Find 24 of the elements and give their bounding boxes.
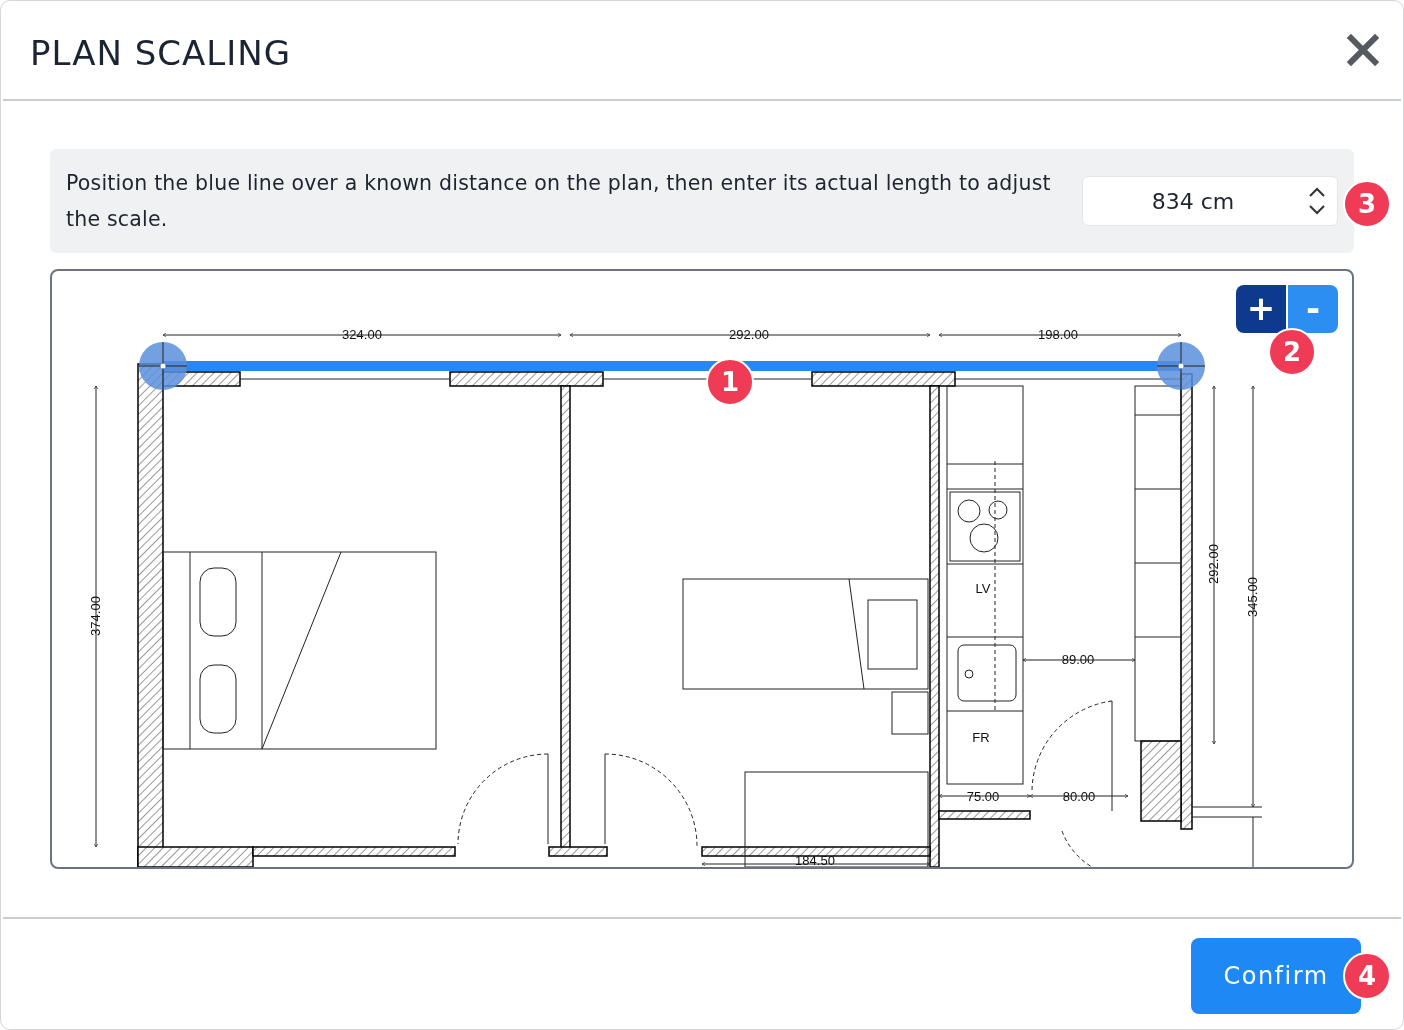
room-label: LV [975, 581, 991, 596]
dialog-title: PLAN SCALING [30, 33, 292, 73]
room-label: FR [972, 730, 990, 745]
callout-number: 2 [1268, 328, 1316, 376]
dimension-label: 75.00 [966, 789, 1000, 804]
dimension-label: 292.00 [1206, 544, 1221, 584]
dimension-label: 80.00 [1062, 789, 1096, 804]
callout-number: 1 [706, 358, 754, 406]
dimension-label: 324.00 [342, 327, 382, 342]
instruction-text: Position the blue line over a known distance on the plan, then enter its actual length to adjust the scale. [66, 170, 1052, 233]
dimension-label: 345.00 [1245, 577, 1260, 617]
dimension-label: 198.00 [1038, 327, 1078, 342]
line-handle[interactable] [1156, 341, 1206, 391]
length-field[interactable]: 834 cm [1082, 176, 1338, 226]
zoom-in-button[interactable]: + [1236, 285, 1286, 333]
line-handle[interactable] [138, 341, 188, 391]
spinner-icon[interactable] [1306, 185, 1328, 217]
dimension-label: 184.50 [795, 853, 835, 867]
close-icon[interactable] [1347, 34, 1379, 66]
callout-number: 4 [1343, 952, 1391, 1000]
callout-number: 3 [1343, 180, 1391, 228]
dimension-label: 89.00 [1061, 652, 1095, 667]
dimension-label: 292.00 [729, 327, 769, 342]
dimension-label: 374.00 [88, 596, 103, 636]
